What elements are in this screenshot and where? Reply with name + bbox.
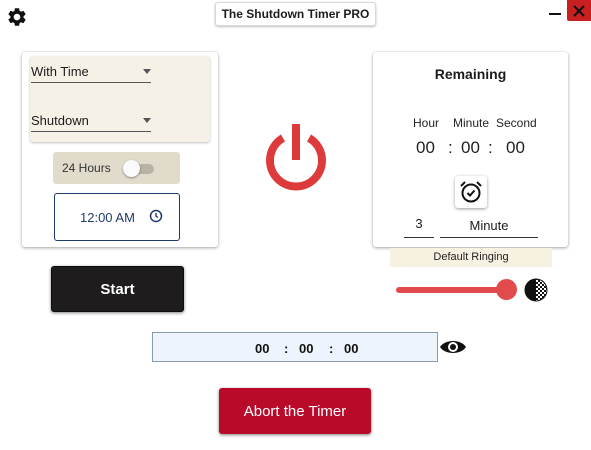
reminder-unit-select[interactable]: Minute	[440, 218, 538, 238]
countdown-display: 00 : 00 : 00	[152, 332, 438, 362]
ringing-label: Default Ringing	[390, 248, 552, 267]
remaining-title: Remaining	[434, 66, 507, 82]
volume-slider[interactable]	[396, 287, 509, 293]
separator: :	[284, 341, 289, 356]
gear-icon[interactable]	[2, 2, 32, 32]
minimize-icon[interactable]	[544, 0, 566, 20]
action-select-value: Shutdown	[31, 113, 89, 128]
mode-select-value: With Time	[31, 64, 89, 79]
chevron-down-icon	[143, 69, 151, 74]
minute-label: Minute	[453, 116, 490, 130]
window-title: The Shutdown Timer PRO	[215, 2, 376, 26]
second-label: Second	[496, 116, 537, 130]
hour-format-label: 24 Hours	[62, 161, 111, 175]
hour-label: Hour	[413, 116, 440, 130]
contrast-icon[interactable]	[524, 278, 548, 302]
toggle-knob[interactable]	[123, 160, 140, 177]
countdown-hours: 00	[255, 341, 270, 356]
chevron-down-icon	[143, 118, 151, 123]
remaining-seconds: 00	[506, 138, 525, 157]
eye-icon[interactable]	[438, 336, 468, 358]
remaining-hours: 00	[416, 138, 435, 157]
remaining-minutes: 00	[461, 138, 480, 157]
clock-icon[interactable]	[149, 209, 163, 226]
start-button[interactable]: Start	[51, 266, 184, 312]
hour-format-toggle-row: 24 Hours	[53, 152, 180, 184]
alarm-clock-icon[interactable]	[455, 176, 487, 208]
action-select[interactable]: Shutdown	[31, 110, 151, 132]
volume-slider-handle[interactable]	[496, 279, 517, 300]
mode-select[interactable]: With Time	[31, 61, 151, 83]
power-icon	[261, 120, 331, 192]
time-picker-field[interactable]: 12:00 AM	[54, 193, 180, 241]
time-value: 12:00 AM	[80, 210, 135, 225]
countdown-seconds: 00	[344, 341, 359, 356]
separator: :	[329, 341, 334, 356]
separator: :	[488, 138, 493, 157]
reminder-amount-input[interactable]: 3	[404, 216, 434, 238]
countdown-minutes: 00	[299, 341, 314, 356]
close-icon[interactable]	[567, 0, 591, 21]
abort-timer-button[interactable]: Abort the Timer	[219, 388, 371, 434]
separator: :	[448, 138, 453, 157]
